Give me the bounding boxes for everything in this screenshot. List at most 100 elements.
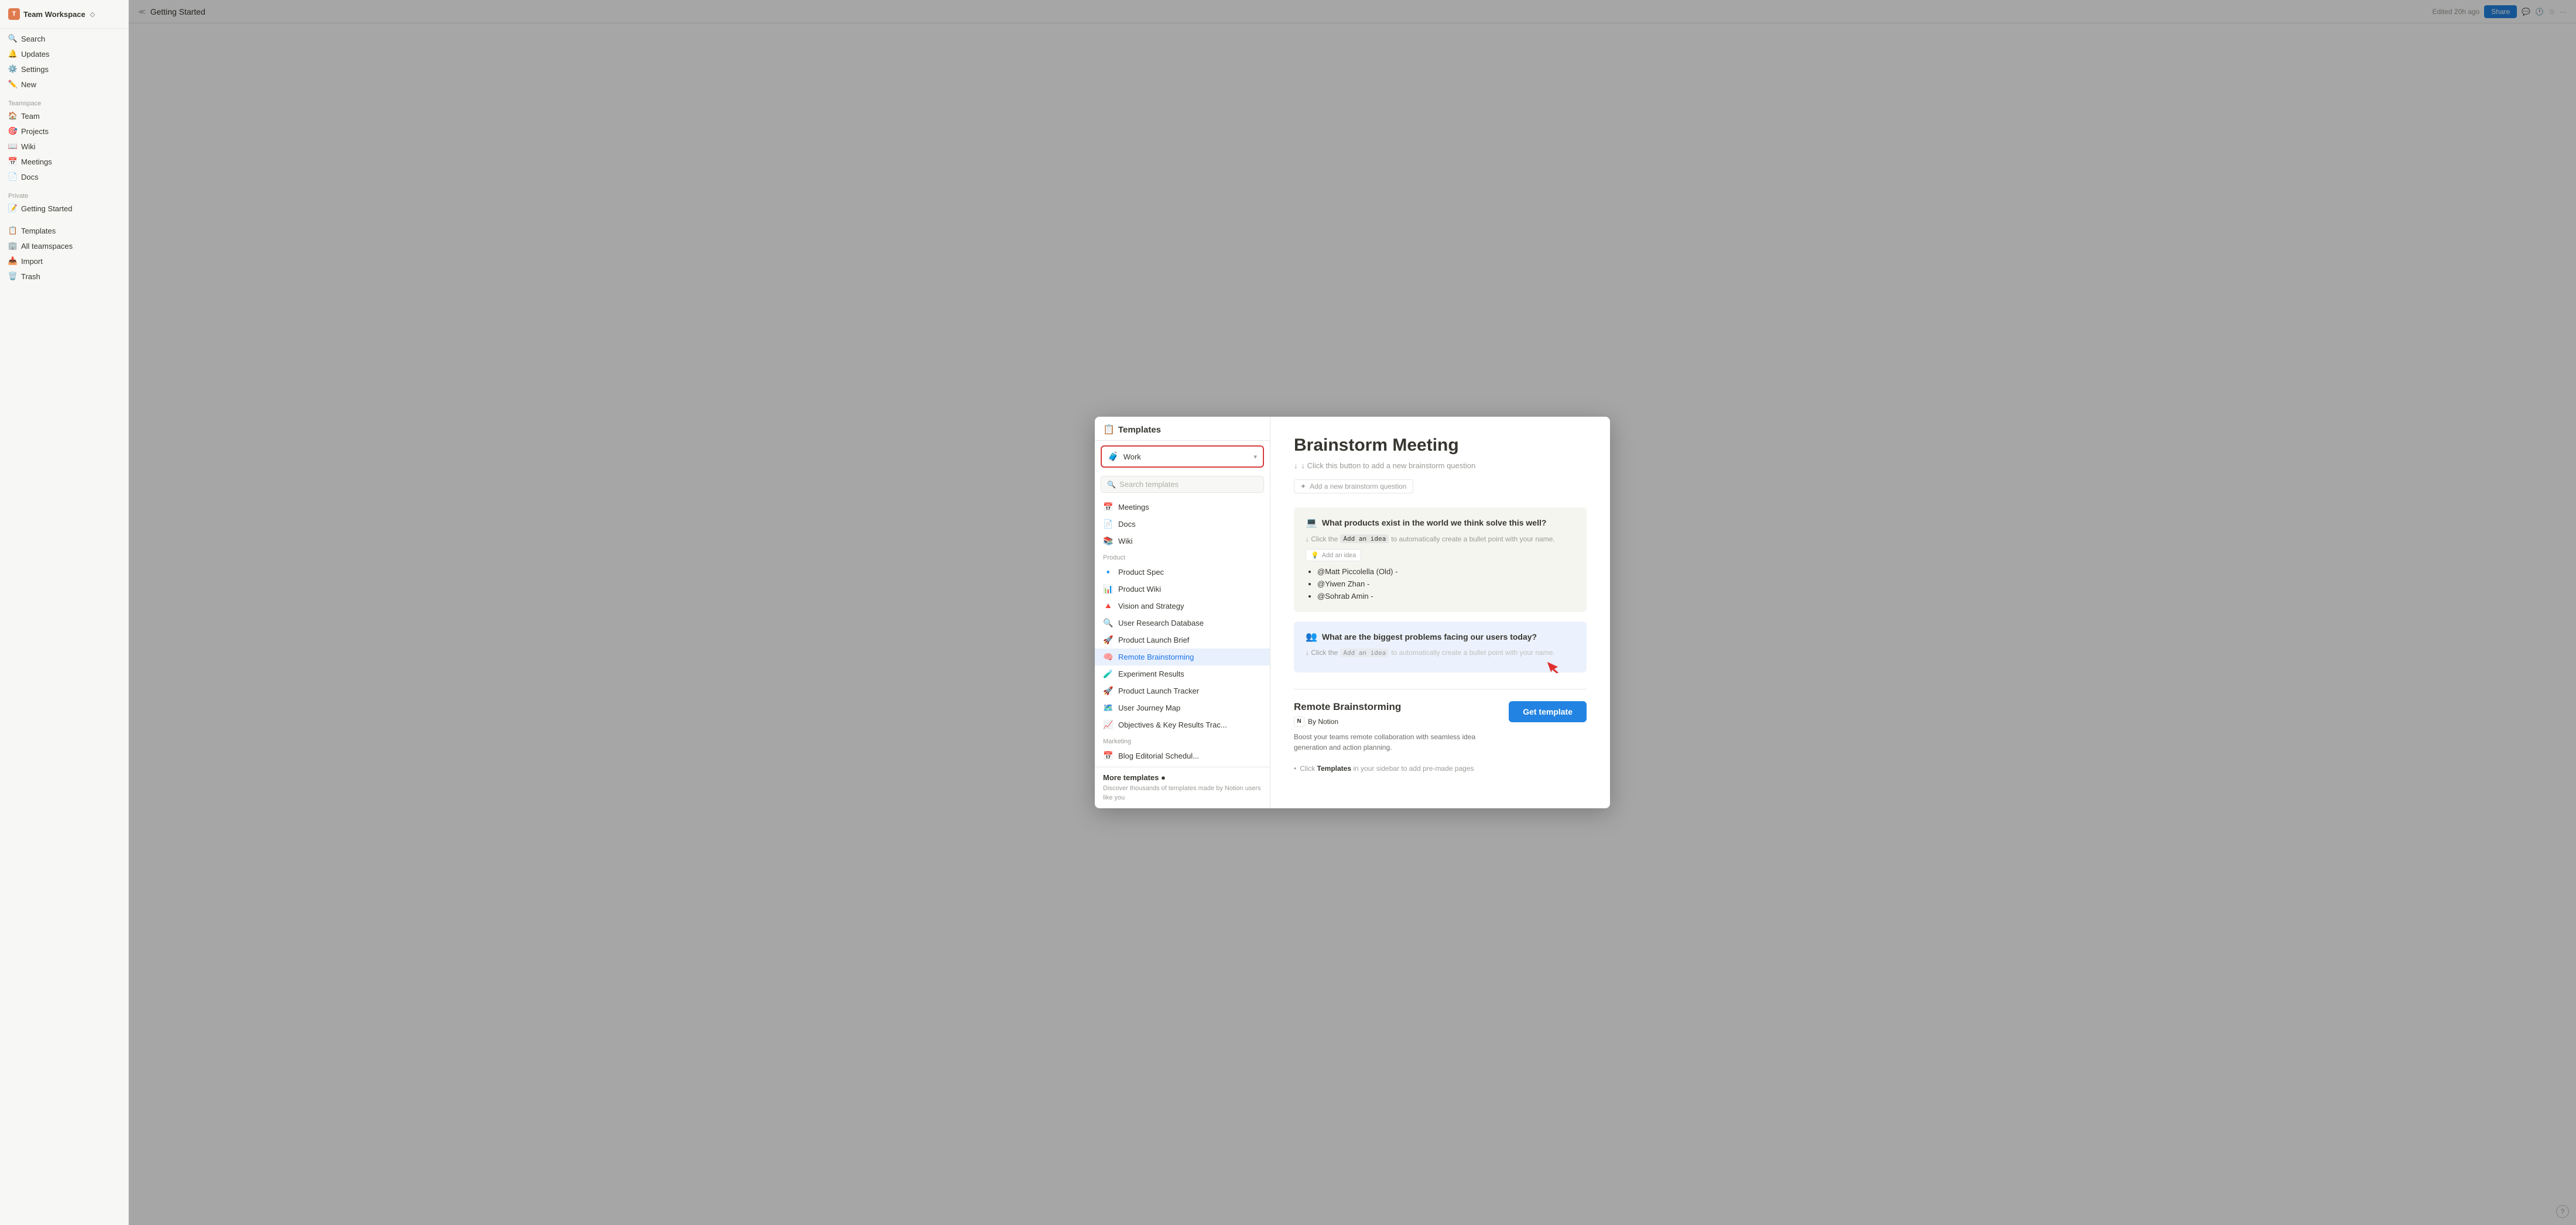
docs-icon: 📄	[8, 172, 18, 181]
dropdown-label: Work	[1123, 452, 1249, 461]
dropdown-emoji: 🧳	[1108, 451, 1119, 462]
q2-subtitle: ↓ Click the Add an idea to automatically…	[1306, 648, 1575, 657]
hint-text: • Click Templates in your sidebar to add…	[1294, 764, 1587, 773]
sidebar-item-getting-started[interactable]: 📝 Getting Started	[4, 201, 125, 216]
user-journey-icon: 🗺️	[1103, 703, 1114, 713]
list-item-product-spec[interactable]: 🔹 Product Spec	[1095, 564, 1270, 581]
user-journey-label: User Journey Map	[1118, 704, 1180, 712]
search-label: Search	[21, 35, 45, 43]
meetings-label: Meetings	[21, 157, 52, 166]
sidebar-item-team[interactable]: 🏠 Team	[4, 108, 125, 123]
template-search[interactable]: 🔍	[1101, 476, 1264, 493]
list-item-experiment-results[interactable]: 🧪 Experiment Results	[1095, 665, 1270, 682]
list-item-user-research[interactable]: 🔍 User Research Database	[1095, 615, 1270, 632]
docs-label: Docs	[21, 173, 39, 181]
sidebar-item-docs[interactable]: 📄 Docs	[4, 169, 125, 184]
sidebar-item-projects[interactable]: 🎯 Projects	[4, 123, 125, 139]
workspace-icon: T	[8, 8, 20, 20]
add-brainstorm-label: Add a new brainstorm question	[1310, 482, 1406, 490]
experiment-label: Experiment Results	[1118, 670, 1184, 678]
search-icon: 🔍	[1107, 481, 1116, 489]
updates-label: Updates	[21, 50, 49, 59]
add-idea-button-1[interactable]: 💡 Add an idea	[1306, 549, 1361, 561]
category-dropdown[interactable]: 🧳 Work ▾	[1101, 445, 1264, 468]
bullet-1: @Matt Piccolella (Old) -	[1317, 566, 1575, 578]
q2-icon: 👥	[1306, 631, 1317, 643]
get-template-label: Get template	[1523, 707, 1573, 716]
product-spec-icon: 🔹	[1103, 567, 1114, 577]
private-label: Private	[4, 189, 125, 201]
blog-label: Blog Editorial Schedul...	[1118, 752, 1199, 760]
search-input[interactable]	[1119, 480, 1258, 489]
template-description: Boost your teams remote collaboration wi…	[1294, 732, 1509, 753]
launch-brief-icon: 🚀	[1103, 635, 1114, 645]
dropdown-inner[interactable]: 🧳 Work ▾	[1102, 447, 1263, 466]
workspace-header[interactable]: T Team Workspace ◇	[4, 5, 125, 23]
q2-subtitle-post: to automatically create a bullet point w…	[1391, 648, 1554, 657]
list-item-remote-brainstorming[interactable]: 🧠 Remote Brainstorming	[1095, 648, 1270, 665]
all-teamspaces-icon: 🏢	[8, 241, 18, 251]
projects-label: Projects	[21, 127, 49, 136]
launch-tracker-label: Product Launch Tracker	[1118, 687, 1199, 695]
list-item-meetings[interactable]: 📅 Meetings	[1095, 499, 1270, 516]
sidebar-updates[interactable]: 🔔 Updates	[4, 46, 125, 61]
q1-code-chip: Add an idea	[1340, 534, 1389, 543]
meetings-list-label: Meetings	[1118, 503, 1149, 512]
sidebar-search[interactable]: 🔍 Search	[4, 31, 125, 46]
product-wiki-icon: 📊	[1103, 584, 1114, 594]
list-item-blog-editorial[interactable]: 📅 Blog Editorial Schedul...	[1095, 747, 1270, 764]
list-item-launch-tracker[interactable]: 🚀 Product Launch Tracker	[1095, 682, 1270, 699]
sidebar-item-all-teamspaces[interactable]: 🏢 All teamspaces	[4, 238, 125, 253]
teamspace-label: Teamspace	[4, 97, 125, 108]
meetings-list-icon: 📅	[1103, 502, 1114, 512]
list-item-okr[interactable]: 📈 Objectives & Key Results Trac...	[1095, 716, 1270, 733]
sidebar-item-templates[interactable]: 📋 Templates	[4, 223, 125, 238]
list-item-vision-strategy[interactable]: 🔺 Vision and Strategy	[1095, 598, 1270, 615]
q1-subtitle-post: to automatically create a bullet point w…	[1391, 535, 1554, 543]
q2-header: 👥 What are the biggest problems facing o…	[1306, 631, 1575, 643]
import-icon: 📥	[8, 256, 18, 266]
modal-left-panel: 📋 Templates 🧳 Work ▾ 🔍	[1095, 417, 1270, 808]
vision-icon: 🔺	[1103, 601, 1114, 611]
product-wiki-label: Product Wiki	[1118, 585, 1161, 593]
list-item-product-wiki[interactable]: 📊 Product Wiki	[1095, 581, 1270, 598]
more-templates-title[interactable]: More templates ●	[1103, 773, 1262, 782]
sidebar-item-wiki[interactable]: 📖 Wiki	[4, 139, 125, 154]
content-title: Brainstorm Meeting	[1294, 435, 1587, 455]
sidebar-new[interactable]: ✏️ New	[4, 77, 125, 92]
bulb-icon: 💡	[1311, 551, 1319, 559]
list-item-user-journey[interactable]: 🗺️ User Journey Map	[1095, 699, 1270, 716]
q1-header: 💻 What products exist in the world we th…	[1306, 517, 1575, 529]
sidebar-settings[interactable]: ⚙️ Settings	[4, 61, 125, 77]
get-template-container: Get template	[1509, 701, 1587, 722]
templates-header-icon: 📋	[1103, 424, 1115, 435]
sidebar-nav: 🔍 Search 🔔 Updates ⚙️ Settings ✏️ New	[0, 29, 128, 94]
getting-started-label: Getting Started	[21, 204, 72, 213]
templates-icon: 📋	[8, 226, 18, 235]
modal-right-panel: Brainstorm Meeting ↓ ↓ Click this button…	[1270, 417, 1610, 808]
okr-icon: 📈	[1103, 720, 1114, 730]
template-info: Remote Brainstorming N By Notion Boost y…	[1294, 701, 1509, 753]
template-name: Remote Brainstorming	[1294, 701, 1509, 713]
list-item-launch-brief[interactable]: 🚀 Product Launch Brief	[1095, 632, 1270, 648]
search-icon: 🔍	[8, 34, 18, 43]
get-template-button[interactable]: Get template	[1509, 701, 1587, 722]
all-teamspaces-label: All teamspaces	[21, 242, 73, 251]
question-block-2: 👥 What are the biggest problems facing o…	[1294, 622, 1587, 672]
q1-bullet-list: @Matt Piccolella (Old) - @Yiwen Zhan - @…	[1306, 566, 1575, 602]
trash-label: Trash	[21, 272, 40, 281]
sidebar-item-import[interactable]: 📥 Import	[4, 253, 125, 269]
q2-code-chip: Add an idea	[1340, 648, 1389, 657]
workspace-name: Team Workspace	[23, 10, 85, 19]
templates-modal: 📋 Templates 🧳 Work ▾ 🔍	[1095, 417, 1610, 808]
sidebar-item-meetings[interactable]: 📅 Meetings	[4, 154, 125, 169]
list-item-docs[interactable]: 📄 Docs	[1095, 516, 1270, 533]
q2-text: What are the biggest problems facing our…	[1322, 632, 1537, 641]
add-brainstorm-question-button[interactable]: ✦ Add a new brainstorm question	[1294, 479, 1413, 493]
sidebar-item-trash[interactable]: 🗑️ Trash	[4, 269, 125, 284]
more-templates[interactable]: More templates ● Discover thousands of t…	[1095, 767, 1270, 808]
bullet-2: @Yiwen Zhan -	[1317, 578, 1575, 591]
sidebar-extra-section: 📋 Templates 🏢 All teamspaces 📥 Import 🗑️…	[0, 221, 128, 286]
q1-icon: 💻	[1306, 517, 1317, 529]
list-item-wiki[interactable]: 📚 Wiki	[1095, 533, 1270, 550]
